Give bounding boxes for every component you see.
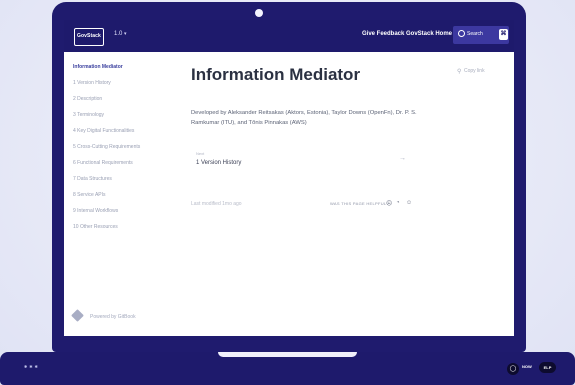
sidebar-item-other-resources[interactable]: 10 Other Resources	[73, 224, 118, 230]
help-button[interactable]: ELP	[539, 362, 556, 373]
chat-icon[interactable]: ◯	[507, 363, 519, 375]
developed-by-text: Developed by Aleksander Reitsakas (Aktor…	[191, 110, 417, 126]
search-label: Search	[467, 31, 483, 37]
now-badge[interactable]: NOW	[522, 364, 532, 369]
search-shortcut-key: ⌘	[499, 29, 508, 40]
version-selector[interactable]: 1.0	[114, 31, 122, 37]
powered-by-link[interactable]: Powered by GitBook	[90, 314, 136, 320]
gitbook-icon	[71, 309, 84, 322]
helpful-prompt: WAS THIS PAGE HELPFUL?	[330, 201, 389, 206]
laptop-notch	[218, 352, 357, 357]
browser-screen: GovStack 1.0 ▾ Give Feedback GovStack Ho…	[64, 20, 514, 336]
give-feedback-link[interactable]: Give Feedback	[362, 31, 404, 37]
happy-face-icon[interactable]: ☺	[406, 200, 412, 206]
last-modified-text: Last modified 1mo ago	[191, 201, 242, 207]
base-brand-mark: ✱ ✱ ✱	[24, 364, 39, 369]
chevron-down-icon[interactable]: ▾	[124, 31, 127, 37]
sidebar-item-internal-workflows[interactable]: 9 Internal Workflows	[73, 208, 118, 214]
sidebar-item-functional-requirements[interactable]: 6 Functional Requirements	[73, 160, 133, 166]
next-page-title[interactable]: 1 Version History	[196, 160, 241, 166]
sidebar-item-information-mediator[interactable]: Information Mediator	[73, 64, 123, 70]
sad-face-icon[interactable]: ☹	[386, 200, 392, 207]
page-title: Information Mediator	[191, 65, 361, 84]
sidebar-item-service-apis[interactable]: 8 Service APIs	[73, 192, 106, 198]
copy-link-button[interactable]: Copy link	[464, 68, 485, 74]
camera-icon	[255, 9, 263, 17]
sidebar-item-terminology[interactable]: 3 Terminology	[73, 112, 104, 118]
link-icon[interactable]: ⚲	[457, 68, 461, 75]
next-label: Next	[196, 151, 205, 156]
search-icon	[458, 30, 465, 37]
logo-text: GovStack	[77, 33, 101, 39]
arrow-right-icon[interactable]: →	[399, 155, 406, 162]
sidebar-item-version-history[interactable]: 1 Version History	[73, 80, 111, 86]
neutral-face-icon[interactable]: ◔	[396, 200, 400, 206]
sidebar-item-data-structures[interactable]: 7 Data Structures	[73, 176, 112, 182]
sidebar-item-key-digital-functionalities[interactable]: 4 Key Digital Functionalities	[73, 128, 134, 134]
govstack-home-link[interactable]: GovStack Home	[406, 31, 452, 37]
sidebar-item-cross-cutting-requirements[interactable]: 5 Cross-Cutting Requirements	[73, 144, 140, 150]
sidebar-item-description[interactable]: 2 Description	[73, 96, 102, 102]
